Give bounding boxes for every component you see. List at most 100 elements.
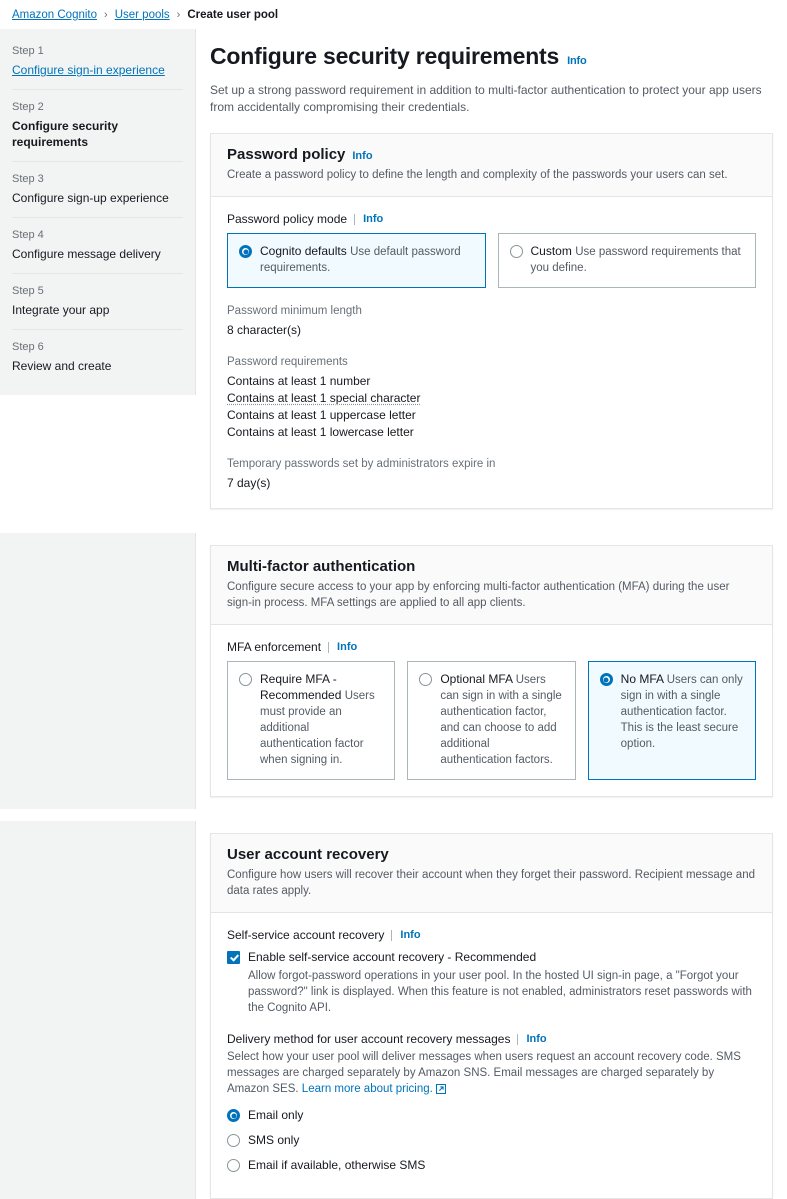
enable-self-service-recovery-checkbox-row[interactable]: Enable self-service account recovery - R…: [227, 949, 756, 966]
self-service-recovery-label-text: Self-service account recovery: [227, 928, 385, 942]
delivery-method-info-link[interactable]: Info: [526, 1033, 546, 1045]
password-policy-description: Create a password policy to define the l…: [227, 169, 728, 181]
password-policy-mode-label: Password policy mode Info: [227, 212, 756, 226]
mfa-enforcement-label-text: MFA enforcement: [227, 640, 322, 654]
account-recovery-body: Self-service account recovery Info Enabl…: [211, 913, 772, 1198]
sidebar-item-step-5: Step 5 Integrate your app: [12, 273, 183, 329]
radio-tile-require-mfa[interactable]: Require MFA - Recommended Users must pro…: [227, 661, 396, 780]
info-divider: [354, 213, 356, 225]
password-policy-body: Password policy mode Info Cognito defaul…: [211, 197, 772, 508]
sidebar-item-step-2: Step 2 Configure security requirements: [12, 89, 183, 161]
sidebar-spacer-mfa: [0, 533, 196, 809]
password-requirement-item: Contains at least 1 lowercase letter: [227, 425, 414, 439]
section-gap: [0, 809, 787, 821]
breadcrumb-item-user-pools[interactable]: User pools: [115, 9, 170, 21]
radio-tile-cognito-defaults[interactable]: Cognito defaults Use default password re…: [227, 233, 486, 288]
checkbox-icon-enable-self-service-recovery[interactable]: [227, 951, 240, 964]
self-service-recovery-info-link[interactable]: Info: [400, 929, 420, 941]
radio-icon-email-only[interactable]: [227, 1109, 240, 1122]
step-4-label: Configure message delivery: [12, 247, 161, 261]
password-requirement-item: Contains at least 1 number: [227, 374, 371, 388]
mfa-header: Multi-factor authentication Configure se…: [211, 546, 772, 625]
radio-tile-custom[interactable]: Custom Use password requirements that yo…: [497, 233, 756, 288]
step-3-label: Configure sign-up experience: [12, 191, 169, 205]
password-minimum-length-value: 8 character(s): [227, 323, 302, 337]
step-5-number: Step 5: [12, 285, 44, 297]
radio-tile-no-mfa-title: No MFA: [620, 672, 664, 686]
learn-more-pricing-link[interactable]: Learn more about pricing.: [302, 1083, 433, 1095]
delivery-method-description: Select how your user pool will deliver m…: [227, 1049, 756, 1099]
radio-tile-require-mfa-title: Require MFA - Recommended: [260, 672, 342, 702]
account-recovery-description: Configure how users will recover their a…: [227, 869, 755, 897]
breadcrumb-item-amazon-cognito[interactable]: Amazon Cognito: [12, 9, 97, 21]
mfa-body: MFA enforcement Info Require MFA - Recom…: [211, 625, 772, 796]
radio-icon-optional-mfa[interactable]: [419, 673, 433, 686]
mfa-enforcement-options: Require MFA - Recommended Users must pro…: [227, 661, 756, 780]
wizard-steps-sidebar: Step 1 Configure sign-in experience Step…: [0, 29, 196, 395]
breadcrumb-separator-icon: ›: [104, 8, 108, 21]
radio-icon-require-mfa[interactable]: [239, 673, 252, 686]
page-title: Configure security requirements Info: [210, 41, 773, 76]
radio-row-email-only[interactable]: Email only: [227, 1107, 756, 1124]
radio-icon-email-otherwise-sms[interactable]: [227, 1159, 240, 1172]
password-requirement-item: Contains at least 1 uppercase letter: [227, 408, 416, 422]
radio-tile-cognito-defaults-title: Cognito defaults: [260, 244, 347, 258]
mfa-title-text: Multi-factor authentication: [227, 558, 416, 575]
breadcrumb-separator-icon: ›: [176, 8, 181, 21]
external-link-icon[interactable]: [435, 1083, 447, 1099]
temporary-password-expiry-group: Temporary passwords set by administrator…: [227, 456, 756, 492]
step-1-label[interactable]: Configure sign-in experience: [12, 62, 183, 78]
wizard-section-two: Multi-factor authentication Configure se…: [0, 533, 787, 809]
info-divider: [517, 1033, 519, 1045]
page-description: Set up a strong password requirement in …: [210, 83, 762, 114]
main-content-mfa: Multi-factor authentication Configure se…: [196, 533, 787, 809]
page-title-info-link[interactable]: Info: [567, 46, 587, 76]
step-4-number: Step 4: [12, 229, 44, 241]
step-1-number: Step 1: [12, 45, 44, 57]
mfa-enforcement-info-link[interactable]: Info: [337, 641, 357, 653]
info-divider: [328, 641, 330, 653]
password-requirements-group: Password requirements Contains at least …: [227, 354, 756, 441]
password-policy-mode-info-link[interactable]: Info: [363, 213, 383, 225]
main-content-recovery: User account recovery Configure how user…: [196, 821, 787, 1199]
radio-icon-no-mfa[interactable]: [599, 673, 613, 686]
radio-tile-no-mfa[interactable]: No MFA Users can only sign in with a sin…: [587, 661, 756, 780]
radio-icon-sms-only[interactable]: [227, 1134, 240, 1147]
step-6-number: Step 6: [12, 341, 44, 353]
enable-self-service-recovery-description: Allow forgot-password operations in your…: [248, 970, 752, 1014]
radio-tile-optional-mfa[interactable]: Optional MFA Users can sign in with a si…: [407, 661, 576, 780]
radio-label-email-only: Email only: [248, 1108, 304, 1122]
password-minimum-length-label: Password minimum length: [227, 305, 362, 317]
breadcrumb: Amazon Cognito › User pools › Create use…: [0, 0, 787, 29]
step-5-label: Integrate your app: [12, 303, 110, 317]
radio-label-sms-only: SMS only: [248, 1133, 300, 1147]
radio-tile-optional-mfa-title: Optional MFA: [440, 672, 513, 686]
password-policy-header: Password policy Info Create a password p…: [211, 134, 772, 197]
step-2-label: Configure security requirements: [12, 119, 119, 149]
radio-tile-optional-mfa-desc: Users can sign in with a single authenti…: [440, 674, 562, 766]
wizard-section-three: User account recovery Configure how user…: [0, 821, 787, 1199]
radio-row-sms-only[interactable]: SMS only: [227, 1132, 756, 1149]
sidebar-item-step-1[interactable]: Step 1 Configure sign-in experience: [12, 39, 183, 89]
radio-tile-custom-title: Custom: [530, 244, 572, 258]
step-2-number: Step 2: [12, 101, 44, 113]
radio-icon-cognito-defaults[interactable]: [239, 245, 252, 258]
password-policy-title-text: Password policy: [227, 146, 346, 163]
password-policy-info-link[interactable]: Info: [352, 150, 372, 162]
radio-icon-custom[interactable]: [509, 245, 523, 258]
mfa-enforcement-label: MFA enforcement Info: [227, 640, 756, 654]
password-policy-title: Password policy Info: [227, 146, 756, 163]
sidebar-item-step-3: Step 3 Configure sign-up experience: [12, 161, 183, 217]
mfa-description: Configure secure access to your app by e…: [227, 581, 730, 609]
password-policy-mode-label-text: Password policy mode: [227, 212, 348, 226]
delivery-method-label-text: Delivery method for user account recover…: [227, 1032, 511, 1046]
password-requirement-item: Contains at least 1 special character: [227, 391, 421, 405]
wizard-section-one: Step 1 Configure sign-in experience Step…: [0, 29, 787, 521]
radio-row-email-otherwise-sms[interactable]: Email if available, otherwise SMS: [227, 1157, 756, 1174]
mfa-title: Multi-factor authentication: [227, 558, 756, 575]
sidebar-item-step-6: Step 6 Review and create: [12, 329, 183, 385]
step-3-number: Step 3: [12, 173, 44, 185]
section-gap: [0, 521, 787, 533]
info-divider: [391, 929, 393, 941]
password-minimum-length-group: Password minimum length 8 character(s): [227, 303, 756, 339]
